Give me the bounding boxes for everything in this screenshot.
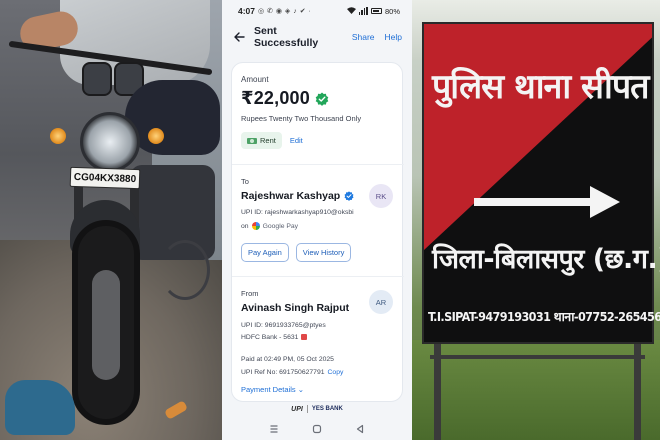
amount-value: ₹22,000 [241, 88, 310, 108]
upi-ref-no: UPI Ref No: 691750627791 [241, 369, 325, 376]
sender-name: Avinash Singh Rajput [241, 302, 350, 314]
verified-badge-icon [315, 92, 329, 106]
sign-post-crossbar [430, 355, 645, 359]
back-icon[interactable] [353, 422, 367, 436]
ref-line: UPI Ref No: 691750627791 Copy [241, 369, 343, 376]
battery-icon [370, 8, 382, 14]
payment-screen: 4:07 ◎ ✆ ◉ ◈ ♪ ✔ · 80% Sent Successfully… [222, 0, 412, 440]
notification-icons: ◎ ✆ ◉ ◈ ♪ ✔ · [258, 8, 312, 15]
chevron-down-icon: ⌄ [297, 385, 304, 394]
edit-note-link[interactable]: Edit [290, 136, 303, 145]
sender-name-row: Avinash Singh Rajput [241, 302, 349, 314]
money-icon [247, 137, 257, 144]
view-history-button[interactable]: View History [295, 243, 352, 262]
status-bar: 4:07 ◎ ✆ ◉ ◈ ♪ ✔ · 80% [222, 0, 412, 22]
verified-badge-icon [344, 191, 354, 201]
copy-ref-button[interactable]: Copy [328, 369, 344, 376]
help-button[interactable]: Help [385, 32, 402, 42]
signal-icon [358, 7, 368, 15]
blue-bag [5, 380, 75, 435]
page-title: Sent Successfully [254, 25, 319, 49]
battery-percent: 80% [384, 6, 400, 16]
wifi-icon [346, 6, 356, 16]
police-sign-photo: पुलिस थाना सीपत जिला-बिलासपुर (छ.ग.) T.I… [412, 0, 660, 440]
pay-again-button[interactable]: Pay Again [241, 243, 289, 262]
upi-logo: UPI [291, 405, 303, 413]
speedometer [82, 62, 112, 96]
recent-apps-icon[interactable] [267, 422, 281, 436]
home-icon[interactable] [310, 422, 324, 436]
from-label: From [241, 289, 259, 298]
sign-post-right [634, 330, 641, 440]
amount-in-words: Rupees Twenty Two Thousand Only [241, 114, 362, 123]
note-row: Rent Edit [241, 132, 303, 149]
transaction-card: Amount ₹22,000 Rupees Twenty Two Thousan… [231, 62, 404, 402]
payment-details-label: Payment Details [241, 385, 296, 394]
number-plate: CG04KX3880 [69, 166, 141, 190]
note-chip: Rent [241, 132, 282, 149]
headlight [80, 112, 140, 172]
amount-label: Amount [241, 75, 269, 84]
system-nav-bar [222, 418, 412, 440]
recipient-actions: Pay Again View History [241, 243, 352, 262]
back-arrow-icon[interactable] [231, 29, 247, 45]
sender-upi-id: UPI ID: 9691933765@ptyes [241, 322, 326, 329]
sign-title: पुलिस थाना सीपत [432, 67, 650, 107]
motorcycle-photo: CG04KX3880 [0, 0, 222, 440]
cable [160, 240, 210, 300]
bank-logo-icon [301, 334, 308, 341]
sender-bank: HDFC Bank - 5631 [241, 334, 299, 341]
arrow-right-icon [474, 186, 620, 218]
recipient-avatar: RK [369, 184, 393, 208]
google-pay-icon [251, 222, 260, 230]
payment-details-toggle[interactable]: Payment Details ⌄ [241, 385, 304, 394]
divider [232, 164, 404, 165]
to-label: To [241, 177, 249, 186]
police-station-sign: पुलिस थाना सीपत जिला-बिलासपुर (छ.ग.) T.I… [422, 22, 660, 344]
paid-at: Paid at 02:49 PM, 05 Oct 2025 [241, 356, 334, 363]
sender-avatar: AR [369, 290, 393, 314]
sender-bank-line: HDFC Bank - 5631 [241, 334, 308, 341]
yes-bank-logo: YES BANK [311, 406, 343, 412]
note-text: Rent [260, 136, 276, 145]
recipient-app-line: on Google Pay [241, 222, 298, 230]
brand-separator [306, 405, 308, 413]
share-button[interactable]: Share [352, 32, 375, 42]
recipient-name-row: Rajeshwar Kashyap [241, 190, 354, 202]
status-time: 4:07 [238, 6, 256, 16]
via-prefix: on [241, 222, 249, 230]
right-indicator [148, 128, 164, 144]
sign-district: जिला-बिलासपुर (छ.ग.) [432, 244, 660, 275]
wheel-rim [92, 270, 120, 380]
divider [232, 276, 404, 277]
recipient-upi-id: UPI ID: rajeshwarkashyap910@oksbi [241, 209, 354, 216]
sign-contact: T.I.SIPAT-9479193031 थाना-07752-265456 [428, 309, 660, 324]
left-indicator [50, 128, 66, 144]
recipient-name: Rajeshwar Kashyap [241, 190, 341, 202]
amount-row: ₹22,000 [241, 88, 329, 109]
powered-by-footer: UPI YES BANK [222, 402, 412, 416]
via-app: Google Pay [262, 222, 299, 230]
app-header: Sent Successfully Share Help [222, 22, 412, 52]
sign-post-left [434, 330, 441, 440]
